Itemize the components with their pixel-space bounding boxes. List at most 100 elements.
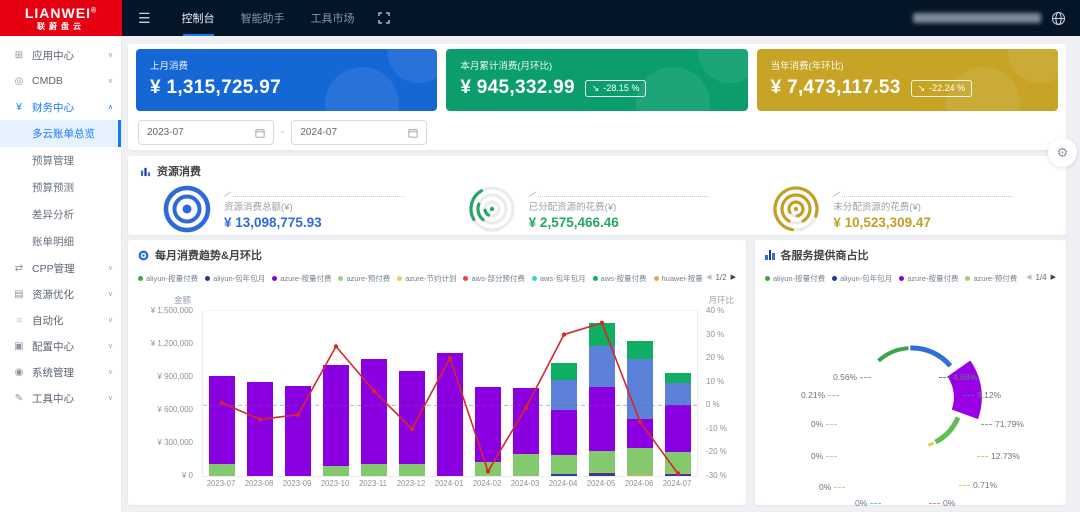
sidebar-item-预算管理[interactable]: 预算管理 [0,147,121,174]
legend-item[interactable]: azure-预付费 [338,273,390,284]
header-right [913,0,1080,36]
legend-page-indicator: 1/4 [1035,273,1046,282]
user-account-area[interactable] [913,13,1041,23]
legend-item[interactable]: azure-按量付费 [899,273,958,284]
brand-logo[interactable]: LIANWEI® 联蔚盘云 [0,0,122,36]
legend-item[interactable]: aws-按量付费 [593,273,647,284]
trend-legend-pagination: ◀ 1/2 ▶ [706,273,736,282]
top-nav: 控制台智能助手工具市场 [169,0,368,36]
app-center-icon: ⊞ [12,50,26,61]
mom-line-overlay [203,311,697,476]
percent-axis-ticks: 40 %30 %20 %10 %0 %-10 %-20 %-30 % [701,310,745,475]
kpi-card-year-to-date: 当年消费(年环比) ¥ 7,473,117.53 ↘-22.24 % [757,49,1058,111]
trend-section-icon [138,250,149,261]
resource-optimize-icon: ▤ [12,289,26,300]
donut-label: 0% [811,451,837,461]
donut-label: 12.73% [977,451,1020,461]
resource-consumption-panel: 资源消费 资源消费总额(¥) ¥ 13,098,775.93 [128,156,1066,235]
donut-label: 0.21% [801,390,839,400]
fullscreen-icon[interactable] [378,12,390,24]
chevron-up-icon: ∧ [108,103,113,111]
legend-prev-icon[interactable]: ◀ [706,273,711,281]
trend-legend-row: aliyun-按量付费 aliyun-包年包月 azure-按量付费 azure-预付… [138,270,736,284]
legend-page-indicator: 1/2 [715,273,726,282]
sidebar-item-账单明细[interactable]: 账单明细 [0,228,121,255]
nav-item[interactable]: 控制台 [169,0,228,36]
sidebar-item-差异分析[interactable]: 差异分析 [0,201,121,228]
donut-label: 0% [819,482,845,492]
resource-stat-unallocated: 未分配资源的花费(¥) ¥ 10,523,309.47 [749,184,1054,234]
legend-item[interactable]: azure-节约计划 [397,273,456,284]
donut-label: 0% [855,498,881,508]
sidebar-item-label: 配置中心 [32,339,74,354]
chevron-down-icon: ∨ [108,51,113,59]
legend-dot [654,276,659,281]
resource-stat-total: 资源消费总额(¥) ¥ 13,098,775.93 [140,184,445,234]
sidebar-item-label: CPP管理 [32,261,75,276]
automation-icon: ○ [12,315,26,326]
legend-item[interactable]: aliyun-包年包月 [832,273,892,284]
legend-dot [338,276,343,281]
nav-item[interactable]: 智能助手 [228,0,298,36]
tool-center-icon: ✎ [12,393,26,404]
spiral-arcs-gold-icon [771,184,821,234]
legend-dot [463,276,468,281]
legend-dot [138,276,143,281]
monthly-trend-panel: 每月消费趋势&月环比 aliyun-按量付费aliyun-包年包月azure-按… [128,240,746,505]
cmdb-icon: ◎ [12,76,26,87]
sidebar-item-应用中心[interactable]: ⊞应用中心∨ [0,42,121,68]
sidebar-item-系统管理[interactable]: ◉系统管理∨ [0,359,121,385]
sidebar-item-预算预测[interactable]: 预算预测 [0,174,121,201]
target-rings-icon [162,184,212,234]
end-date-picker[interactable]: 2024-07 [291,120,427,145]
legend-item[interactable]: aliyun-包年包月 [205,273,265,284]
sidebar-item-label: 工具中心 [32,391,74,406]
start-date-picker[interactable]: 2023-07 [138,120,274,145]
nav-item[interactable]: 工具市场 [298,0,368,36]
legend-item[interactable]: aliyun-按量付费 [138,273,198,284]
legend-item[interactable]: aws-包年包月 [532,273,586,284]
logo-subtitle: 联蔚盘云 [37,23,85,31]
logo-title: LIANWEI® [25,6,97,20]
sidebar-item-label: 资源优化 [32,287,74,302]
donut-label: 4.68% [939,372,977,382]
provider-donut-chart[interactable]: 0.56%4.68%0.21%9.12%0%71.79%0%12.73%0%0.… [755,286,1066,505]
sidebar-item-CPP管理[interactable]: ⇄CPP管理∨ [0,255,121,281]
sidebar-item-label: 账单明细 [32,234,74,249]
sidebar-item-财务中心[interactable]: ¥财务中心∧ [0,94,121,120]
legend-next-icon[interactable]: ▶ [1051,273,1056,281]
legend-item[interactable]: aliyun-按量付费 [765,273,825,284]
provider-section-icon [765,250,775,260]
sidebar-item-配置中心[interactable]: ▣配置中心∨ [0,333,121,359]
chevron-down-icon: ∨ [108,264,113,272]
sidebar-item-CMDB[interactable]: ◎CMDB∨ [0,68,121,94]
legend-prev-icon[interactable]: ◀ [1026,273,1031,281]
legend-dot [532,276,537,281]
stat-value: ¥ 2,575,466.46 [529,215,709,230]
end-date-value: 2024-07 [300,127,337,138]
provider-legend-row: aliyun-按量付费 aliyun-包年包月 azure-按量付费 azure-预付… [765,270,1056,284]
amount-axis-ticks: ¥ 1,500,000¥ 1,200,000¥ 900,000¥ 600,000… [138,310,198,475]
stat-label: 资源消费总额(¥) [224,199,404,213]
sidebar-item-资源优化[interactable]: ▤资源优化∨ [0,281,121,307]
sidebar-item-自动化[interactable]: ○自动化∨ [0,307,121,333]
registered-mark: ® [91,7,97,14]
legend-item[interactable]: aws-部分预付费 [463,273,524,284]
legend-item[interactable]: azure-预付费 [965,273,1017,284]
settings-gear-button[interactable]: ⚙ [1048,138,1077,167]
trend-down-icon: ↘ [592,83,600,94]
legend-item[interactable]: huawei-按量付费 [654,273,703,284]
sidebar-item-工具中心[interactable]: ✎工具中心∨ [0,385,121,411]
globe-icon[interactable] [1051,11,1066,26]
chevron-down-icon: ∨ [108,316,113,324]
menu-collapse-icon[interactable]: ☰ [138,10,151,27]
legend-item[interactable]: azure-按量付费 [272,273,331,284]
system-manage-icon: ◉ [12,367,26,378]
left-axis-title: 金额 [174,294,191,306]
sidebar-item-多云账单总览[interactable]: 多云账单总览 [0,120,121,147]
sidebar-item-label: 预算预测 [32,180,74,195]
right-axis-title: 月环比 [708,294,734,306]
trend-plot-area [202,310,698,477]
legend-next-icon[interactable]: ▶ [731,273,736,281]
legend-dot [899,276,904,281]
